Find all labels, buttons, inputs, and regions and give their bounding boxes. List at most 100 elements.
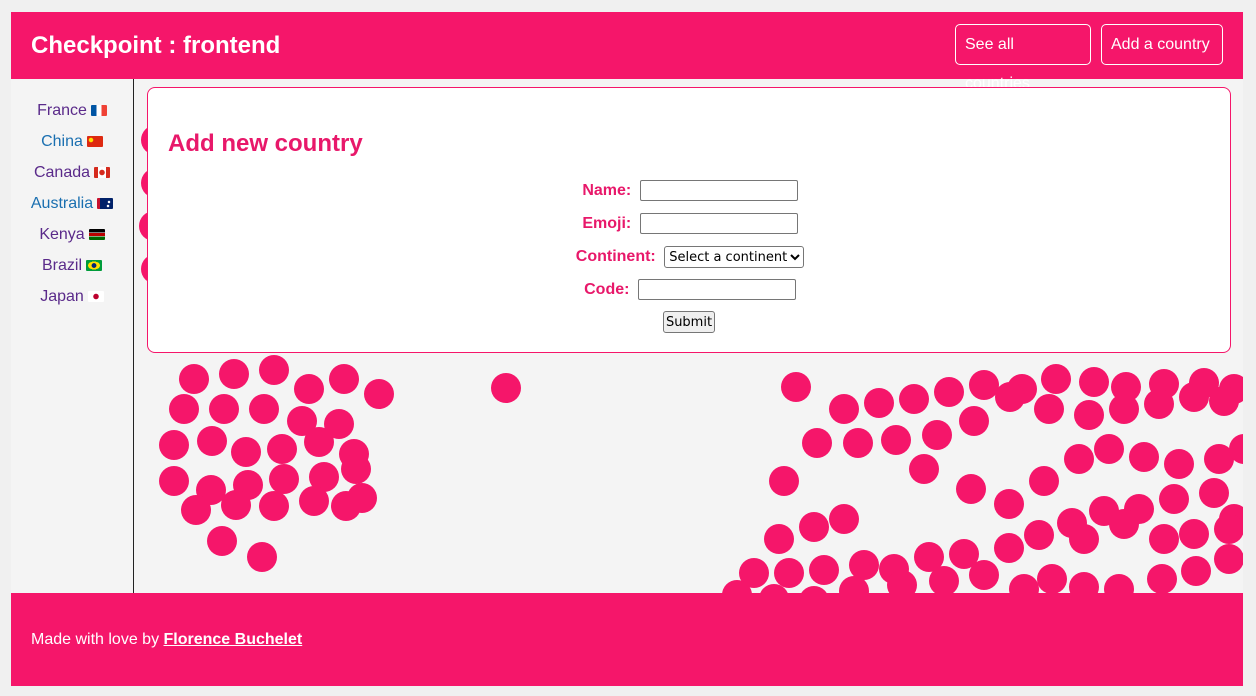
background-dot: [1129, 442, 1159, 472]
background-dot: [197, 426, 227, 456]
background-dot: [169, 394, 199, 424]
background-dot: [802, 428, 832, 458]
background-dot: [799, 512, 829, 542]
background-dot: [1179, 519, 1209, 549]
background-dot: [247, 542, 277, 572]
background-dot: [267, 434, 297, 464]
background-dot: [1037, 564, 1067, 593]
list-item: Canada: [11, 163, 133, 183]
name-input[interactable]: [639, 180, 798, 201]
page-title: Add new country: [168, 130, 363, 157]
brazil-flag-icon: [86, 260, 102, 271]
background-dot: [341, 454, 371, 484]
background-dot: [1181, 556, 1211, 586]
background-dot: [1199, 478, 1229, 508]
background-dot: [956, 474, 986, 504]
australia-flag-icon: [97, 198, 114, 209]
sidebar-item-australia[interactable]: Australia: [30, 195, 114, 212]
background-dot: [934, 377, 964, 407]
background-dot: [329, 364, 359, 394]
submit-button[interactable]: Submit: [663, 311, 715, 333]
code-input[interactable]: [637, 279, 796, 300]
background-dot: [801, 586, 827, 593]
background-dot: [994, 533, 1024, 563]
background-dot: [491, 373, 521, 403]
code-label: Code:: [584, 280, 630, 298]
sidebar-item-kenya[interactable]: Kenya: [39, 226, 105, 243]
background-dot: [809, 555, 839, 585]
name-row: Name:: [148, 180, 1232, 201]
background-dot: [1164, 449, 1194, 479]
sidebar-item-china[interactable]: China: [41, 133, 103, 150]
background-dot: [1159, 484, 1189, 514]
main-content: Add new country Name: Emoji: Continent: …: [134, 79, 1243, 593]
footer-credit-text: Made with love by: [31, 631, 164, 648]
list-item: Japan: [11, 287, 133, 307]
background-dot: [899, 384, 929, 414]
emoji-input[interactable]: [639, 213, 798, 234]
footer-credit: Made with love by Florence Buchelet: [31, 631, 302, 649]
list-item: China: [11, 132, 133, 152]
background-dot: [969, 370, 999, 400]
see-all-countries-button[interactable]: See all countries: [955, 24, 1091, 92]
sidebar-item-canada[interactable]: Canada: [33, 164, 111, 181]
background-dot: [179, 364, 209, 394]
background-dot: [159, 466, 189, 496]
background-dot: [294, 374, 324, 404]
country-name: Brazil: [41, 257, 82, 274]
background-dot: [1069, 524, 1099, 554]
background-dot: [1034, 394, 1064, 424]
app-footer: Made with love by Florence Buchelet: [11, 593, 1243, 686]
country-name: Australia: [30, 195, 94, 212]
country-name: France: [37, 102, 87, 119]
background-dot: [249, 394, 279, 424]
background-dot: [304, 427, 334, 457]
add-country-card: Add new country Name: Emoji: Continent: …: [147, 87, 1231, 353]
sidebar-item-brazil[interactable]: Brazil: [42, 257, 102, 274]
background-dot: [769, 466, 799, 496]
continent-label: Continent:: [575, 248, 656, 266]
code-row: Code:: [148, 279, 1232, 300]
emoji-row: Emoji:: [148, 213, 1232, 234]
background-dot: [1149, 524, 1179, 554]
background-dot: [219, 359, 249, 389]
list-item: Kenya: [11, 225, 133, 245]
background-dot: [181, 495, 211, 525]
background-dot: [1064, 444, 1094, 474]
background-dot: [764, 524, 794, 554]
background-dot: [829, 394, 859, 424]
continent-select[interactable]: Select a continent: [664, 246, 805, 268]
background-dot: [909, 454, 939, 484]
list-item: Australia: [11, 194, 133, 214]
background-dot: [364, 379, 394, 409]
background-dot: [774, 558, 804, 588]
background-dot: [259, 355, 289, 385]
kenya-flag-icon: [88, 229, 105, 240]
app-title: Checkpoint : frontend: [31, 32, 281, 59]
country-name: Canada: [33, 164, 91, 181]
background-dot: [207, 526, 237, 556]
france-flag-icon: [90, 105, 107, 116]
background-dot: [781, 372, 811, 402]
background-dot: [159, 430, 189, 460]
sidebar-item-france[interactable]: France: [37, 102, 107, 119]
add-country-button[interactable]: Add a country: [1101, 24, 1223, 65]
japan-flag-icon: [87, 291, 104, 302]
country-name: China: [41, 133, 83, 150]
background-dot: [269, 464, 299, 494]
background-dot: [1024, 520, 1054, 550]
app-header: Checkpoint : frontend See all countries …: [11, 12, 1243, 92]
background-dot: [843, 428, 873, 458]
country-name: Japan: [40, 288, 84, 305]
author-link[interactable]: Florence Buchelet: [164, 631, 303, 648]
background-dot: [829, 504, 859, 534]
background-dot: [994, 489, 1024, 519]
background-dot: [1104, 574, 1134, 593]
background-dot: [1041, 364, 1071, 394]
sidebar-item-japan[interactable]: Japan: [40, 288, 104, 305]
background-dot: [1079, 367, 1109, 397]
china-flag-icon: [86, 136, 103, 147]
background-dot: [1214, 514, 1243, 544]
background-dot: [1214, 544, 1243, 574]
background-dot: [259, 491, 289, 521]
